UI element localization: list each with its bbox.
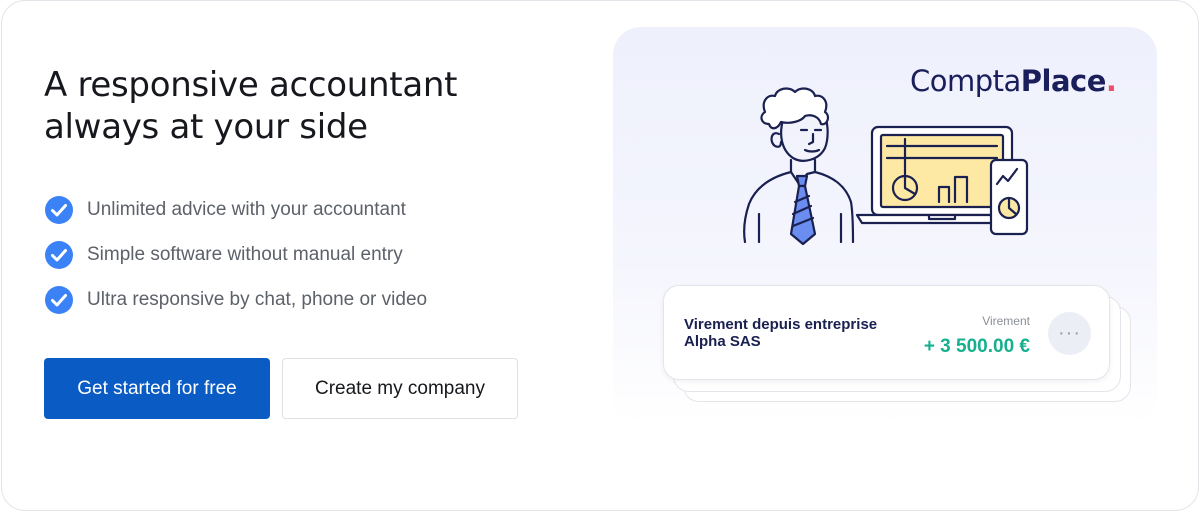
feature-label: Ultra responsive by chat, phone or video — [87, 288, 428, 310]
transaction-label: Virement — [982, 314, 1030, 328]
check-circle-icon — [45, 240, 73, 269]
create-company-button[interactable]: Create my company — [282, 358, 518, 419]
feature-list: Unlimited advice with your accountant Si… — [44, 187, 427, 322]
feature-item: Simple software without manual entry — [44, 232, 427, 277]
transaction-title: Virement depuis entreprise Alpha SAS — [684, 316, 878, 350]
check-circle-icon — [45, 285, 73, 314]
more-horizontal-icon[interactable]: ··· — [1048, 312, 1091, 355]
get-started-button[interactable]: Get started for free — [44, 358, 270, 419]
check-circle-icon — [45, 195, 73, 224]
transaction-card: Virement depuis entreprise Alpha SAS Vir… — [663, 285, 1110, 380]
feature-item: Unlimited advice with your accountant — [44, 187, 427, 232]
hero-title-line1: A responsive accountant — [44, 65, 458, 105]
feature-label: Unlimited advice with your accountant — [87, 198, 406, 220]
hero-title: A responsive accountant always at your s… — [44, 64, 564, 148]
feature-item: Ultra responsive by chat, phone or video — [44, 277, 427, 322]
brand-dot: . — [1105, 64, 1117, 98]
accountant-illustration — [743, 87, 1029, 246]
hero-title-line2: always at your side — [44, 107, 368, 147]
feature-label: Simple software without manual entry — [87, 243, 403, 265]
transaction-amount: + 3 500.00 € — [923, 336, 1030, 357]
